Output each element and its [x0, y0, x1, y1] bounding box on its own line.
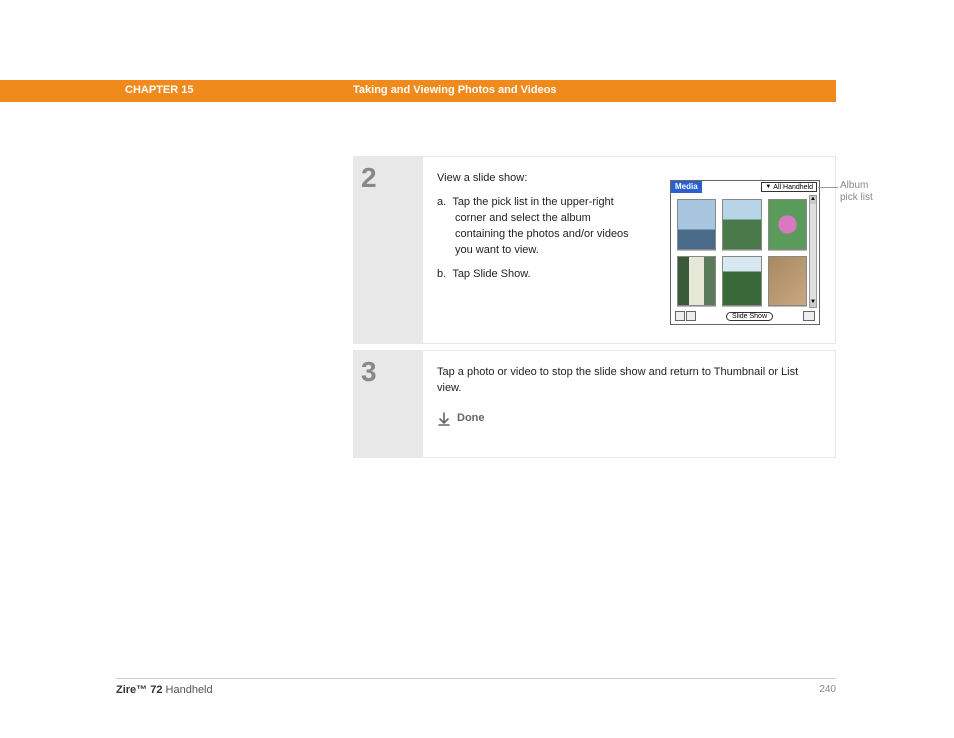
callout-label: Album pick list [840, 180, 873, 204]
picklist-value: All Handheld [773, 184, 813, 191]
device-screenshot: Media ▼ All Handheld ▲ ▼ Slide Show [670, 180, 820, 325]
footer-product: Zire™ 72 Handheld [116, 684, 213, 696]
thumbnail-view-icon[interactable] [675, 311, 685, 321]
device-toolbar: Slide Show [675, 310, 815, 322]
thumbnail[interactable] [677, 256, 716, 307]
thumbnail[interactable] [722, 256, 761, 307]
thumbnail[interactable] [722, 199, 761, 250]
step-2b: b. Tap Slide Show. [437, 267, 642, 283]
step-3-text: Tap a photo or video to stop the slide s… [437, 365, 821, 397]
done-row: Done [437, 411, 821, 427]
chapter-header-bar: CHAPTER 15 Taking and Viewing Photos and… [0, 80, 836, 102]
thumbnail[interactable] [677, 199, 716, 250]
device-app-title: Media [671, 181, 702, 193]
list-view-icon[interactable] [686, 311, 696, 321]
step-2a: a. Tap the pick list in the upper-right … [437, 195, 642, 259]
thumbnail[interactable] [768, 256, 807, 307]
scrollbar[interactable]: ▲ ▼ [809, 195, 817, 308]
device-corner-button[interactable] [803, 311, 815, 321]
callout-leader-line [818, 187, 838, 188]
step-number-box: 2 [353, 156, 423, 344]
chapter-label: CHAPTER 15 [125, 84, 193, 96]
footer-rule [116, 678, 836, 679]
thumbnail[interactable] [768, 199, 807, 250]
step-number-box: 3 [353, 350, 423, 458]
thumbnail-grid [677, 199, 807, 306]
scroll-up-icon[interactable]: ▲ [810, 196, 816, 204]
slide-show-button[interactable]: Slide Show [726, 312, 773, 321]
step-3-block: 3 Tap a photo or video to stop the slide… [353, 350, 836, 458]
album-pick-list[interactable]: ▼ All Handheld [761, 182, 817, 192]
step-3-content: Tap a photo or video to stop the slide s… [423, 350, 836, 458]
dropdown-caret-icon: ▼ [765, 184, 771, 190]
done-arrow-icon [437, 412, 451, 426]
done-label: Done [457, 411, 485, 427]
step-number: 3 [361, 356, 377, 388]
scroll-down-icon[interactable]: ▼ [810, 299, 816, 307]
chapter-title: Taking and Viewing Photos and Videos [353, 84, 557, 96]
view-switcher [675, 311, 696, 321]
page-number: 240 [819, 684, 836, 695]
step-number: 2 [361, 162, 377, 194]
